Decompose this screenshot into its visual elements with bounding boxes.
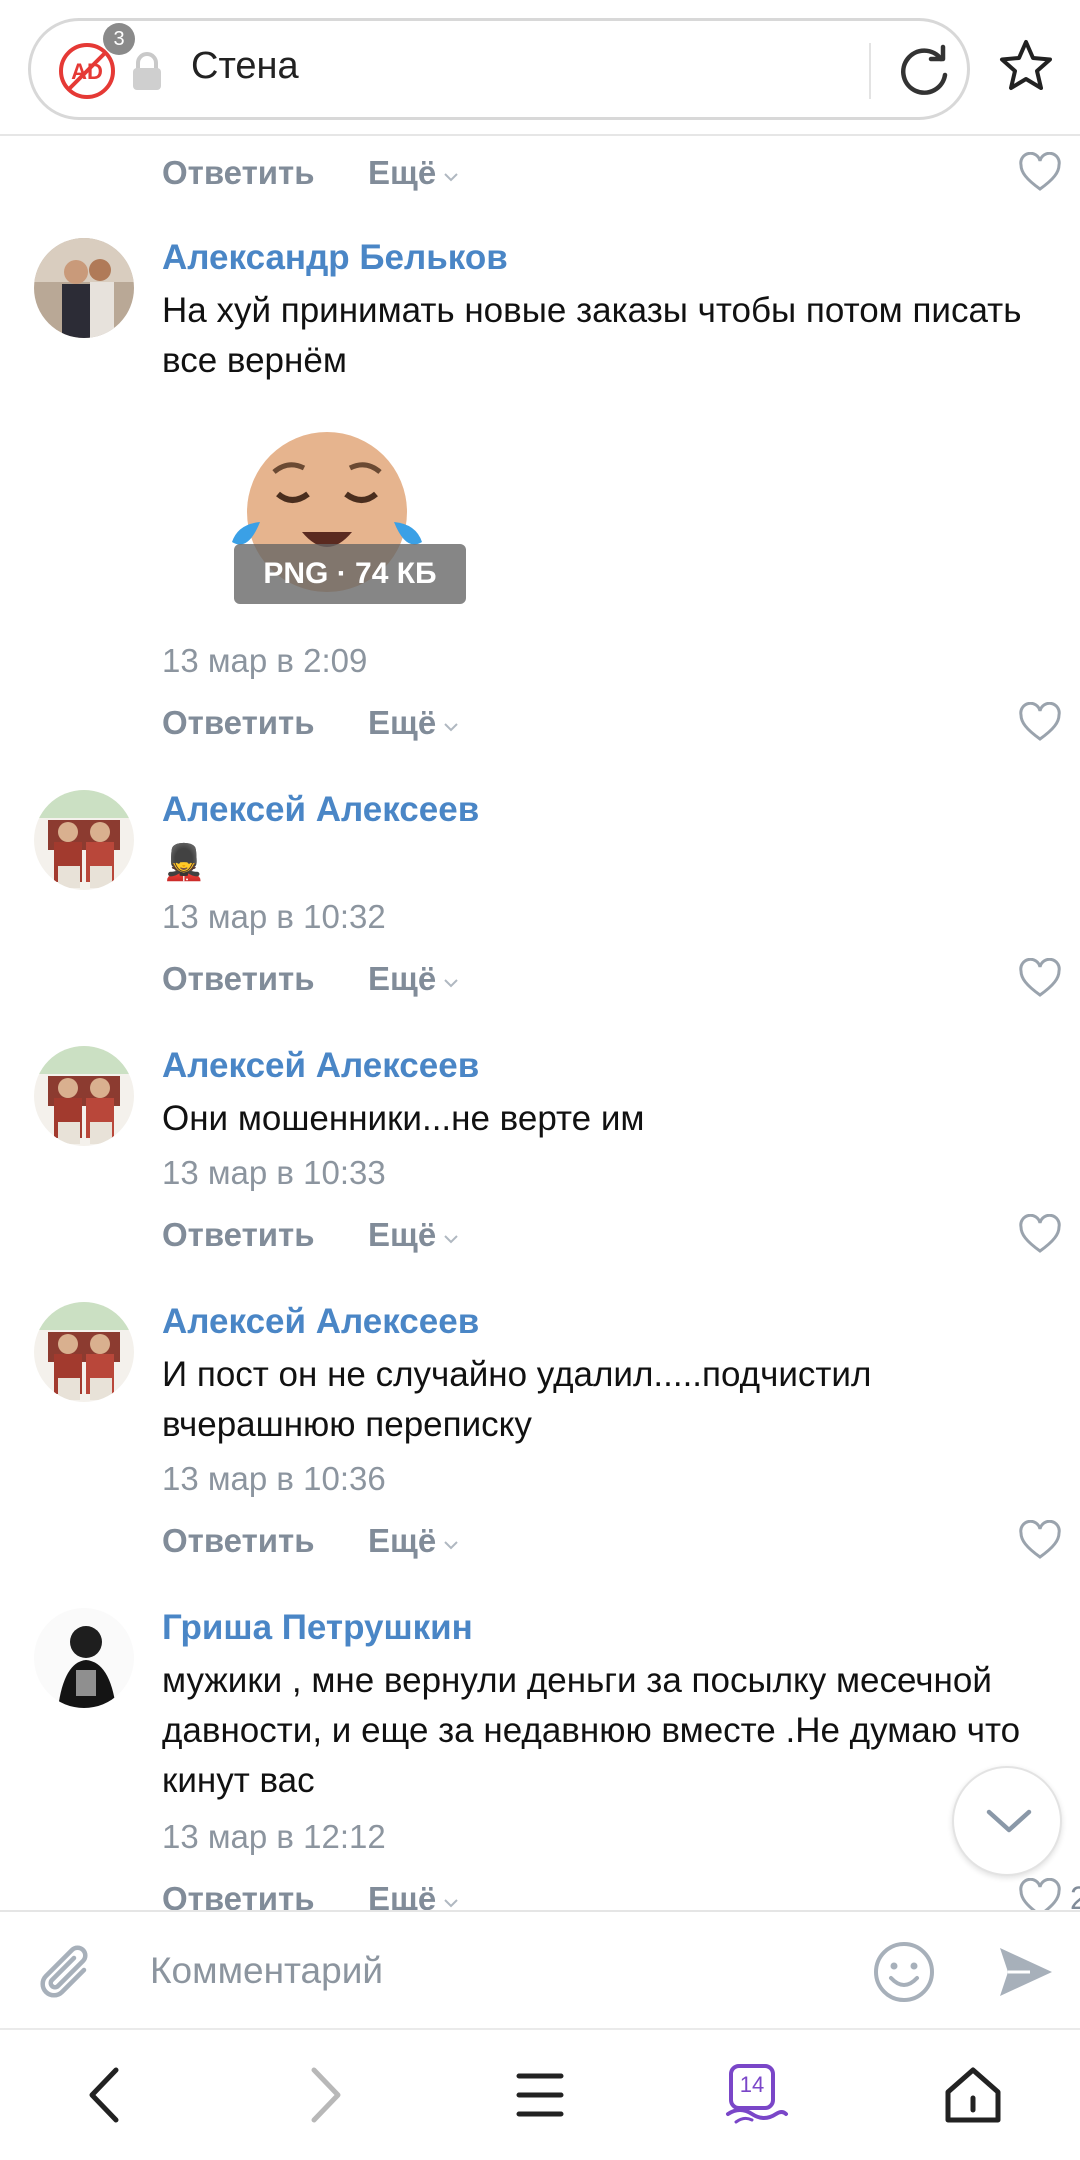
- comment-date[interactable]: 13 мар в 10:36: [162, 1460, 386, 1498]
- paperclip-icon[interactable]: [36, 1940, 98, 2006]
- comment-date[interactable]: 13 мар в 12:12: [162, 1818, 386, 1856]
- comment-text: Они мошенники...не верте им: [162, 1099, 645, 1138]
- reply-button[interactable]: Ответить: [162, 704, 315, 742]
- comment-actions: Ответить Ещё: [162, 702, 1080, 744]
- heart-icon[interactable]: [1018, 1520, 1062, 1560]
- avatar[interactable]: [34, 790, 134, 890]
- comment-actions: Ответить Ещё: [162, 958, 1080, 1000]
- reply-button[interactable]: Ответить: [162, 1216, 315, 1254]
- more-label: Ещё: [368, 1216, 437, 1253]
- chevron-down-icon: [444, 1541, 458, 1550]
- reply-button[interactable]: Ответить: [162, 1522, 315, 1560]
- more-label: Ещё: [368, 1522, 437, 1559]
- browser-toolbar: AD 3 Стена: [0, 0, 1080, 136]
- tabs-count: 14: [739, 2072, 765, 2097]
- heart-icon[interactable]: [1018, 702, 1062, 742]
- comment-date[interactable]: 13 мар в 2:09: [162, 642, 367, 680]
- comment-text: На хуй принимать новые заказы чтобы пото…: [162, 291, 1022, 380]
- more-label: Ещё: [368, 960, 437, 997]
- heart-icon[interactable]: [1018, 1878, 1062, 1910]
- comment-input[interactable]: [150, 1938, 850, 2004]
- reply-button[interactable]: Ответить: [162, 154, 315, 192]
- address-bar[interactable]: AD 3 Стена: [28, 18, 970, 120]
- back-icon[interactable]: [72, 2060, 142, 2130]
- home-icon[interactable]: [938, 2060, 1008, 2130]
- comment-actions: Ответить Ещё: [162, 1520, 1080, 1562]
- like-count: 2: [1070, 1880, 1080, 1910]
- comment-text: И пост он не случайно удалил.....подчист…: [162, 1355, 872, 1444]
- page-title: Стена: [191, 45, 299, 87]
- comment-actions: Ответить Ещё 2: [162, 1878, 1080, 1910]
- tabs-button[interactable]: 14: [722, 2060, 792, 2130]
- comment-composer: [0, 1910, 1080, 2028]
- comment-date[interactable]: 13 мар в 10:32: [162, 898, 386, 936]
- more-button[interactable]: Ещё: [368, 704, 458, 742]
- file-info-badge: PNG · 74 КБ: [234, 544, 466, 604]
- browser-bottom-nav: 14: [0, 2028, 1080, 2160]
- more-button[interactable]: Ещё: [368, 1522, 458, 1560]
- image-attachment[interactable]: PNG · 74 КБ: [162, 412, 492, 618]
- smile-icon[interactable]: [872, 1940, 936, 2004]
- reply-button[interactable]: Ответить: [162, 1880, 315, 1910]
- more-button[interactable]: Ещё: [368, 154, 458, 192]
- heart-icon[interactable]: [1018, 152, 1062, 192]
- chevron-down-icon: [444, 1899, 458, 1908]
- send-icon[interactable]: [996, 1942, 1056, 2002]
- lock-icon: [133, 52, 161, 90]
- reload-icon[interactable]: [893, 41, 955, 103]
- avatar[interactable]: [34, 1302, 134, 1402]
- heart-icon[interactable]: [1018, 958, 1062, 998]
- scroll-down-button[interactable]: [952, 1766, 1062, 1876]
- star-icon[interactable]: [996, 36, 1056, 96]
- comment-date[interactable]: 13 мар в 10:33: [162, 1154, 386, 1192]
- chevron-down-icon: [444, 1235, 458, 1244]
- chevron-down-icon: [444, 979, 458, 988]
- reply-button[interactable]: Ответить: [162, 960, 315, 998]
- more-label: Ещё: [368, 1880, 437, 1910]
- chevron-down-icon: [444, 723, 458, 732]
- avatar[interactable]: [34, 1608, 134, 1708]
- comment-text: 💂: [162, 843, 206, 882]
- avatar[interactable]: [34, 238, 134, 338]
- chevron-down-icon: [986, 1809, 1032, 1833]
- more-label: Ещё: [368, 704, 437, 741]
- heart-icon[interactable]: [1018, 1214, 1062, 1254]
- divider: [869, 43, 871, 99]
- comment-author[interactable]: Алексей Алексеев: [162, 1302, 479, 1342]
- comment-author[interactable]: Александр Бельков: [162, 238, 508, 278]
- comment-actions: Ответить Ещё: [162, 152, 1080, 194]
- more-button[interactable]: Ещё: [368, 960, 458, 998]
- forward-icon[interactable]: [288, 2060, 358, 2130]
- comment-author[interactable]: Гриша Петрушкин: [162, 1608, 473, 1648]
- browser-page: AD 3 Стена Ответить Ещё: [0, 0, 1080, 2160]
- more-button[interactable]: Ещё: [368, 1216, 458, 1254]
- more-label: Ещё: [368, 154, 437, 191]
- comment-author[interactable]: Алексей Алексеев: [162, 1046, 479, 1086]
- chevron-down-icon: [444, 173, 458, 182]
- comments-list: Ответить Ещё Александр Бельков На хуй пр…: [0, 136, 1080, 1910]
- avatar[interactable]: [34, 1046, 134, 1146]
- comment-text: мужики , мне вернули деньги за посылку м…: [162, 1661, 1021, 1800]
- more-button[interactable]: Ещё: [368, 1880, 458, 1910]
- comment-author[interactable]: Алексей Алексеев: [162, 790, 479, 830]
- menu-icon[interactable]: [505, 2060, 575, 2130]
- comment-actions: Ответить Ещё: [162, 1214, 1080, 1256]
